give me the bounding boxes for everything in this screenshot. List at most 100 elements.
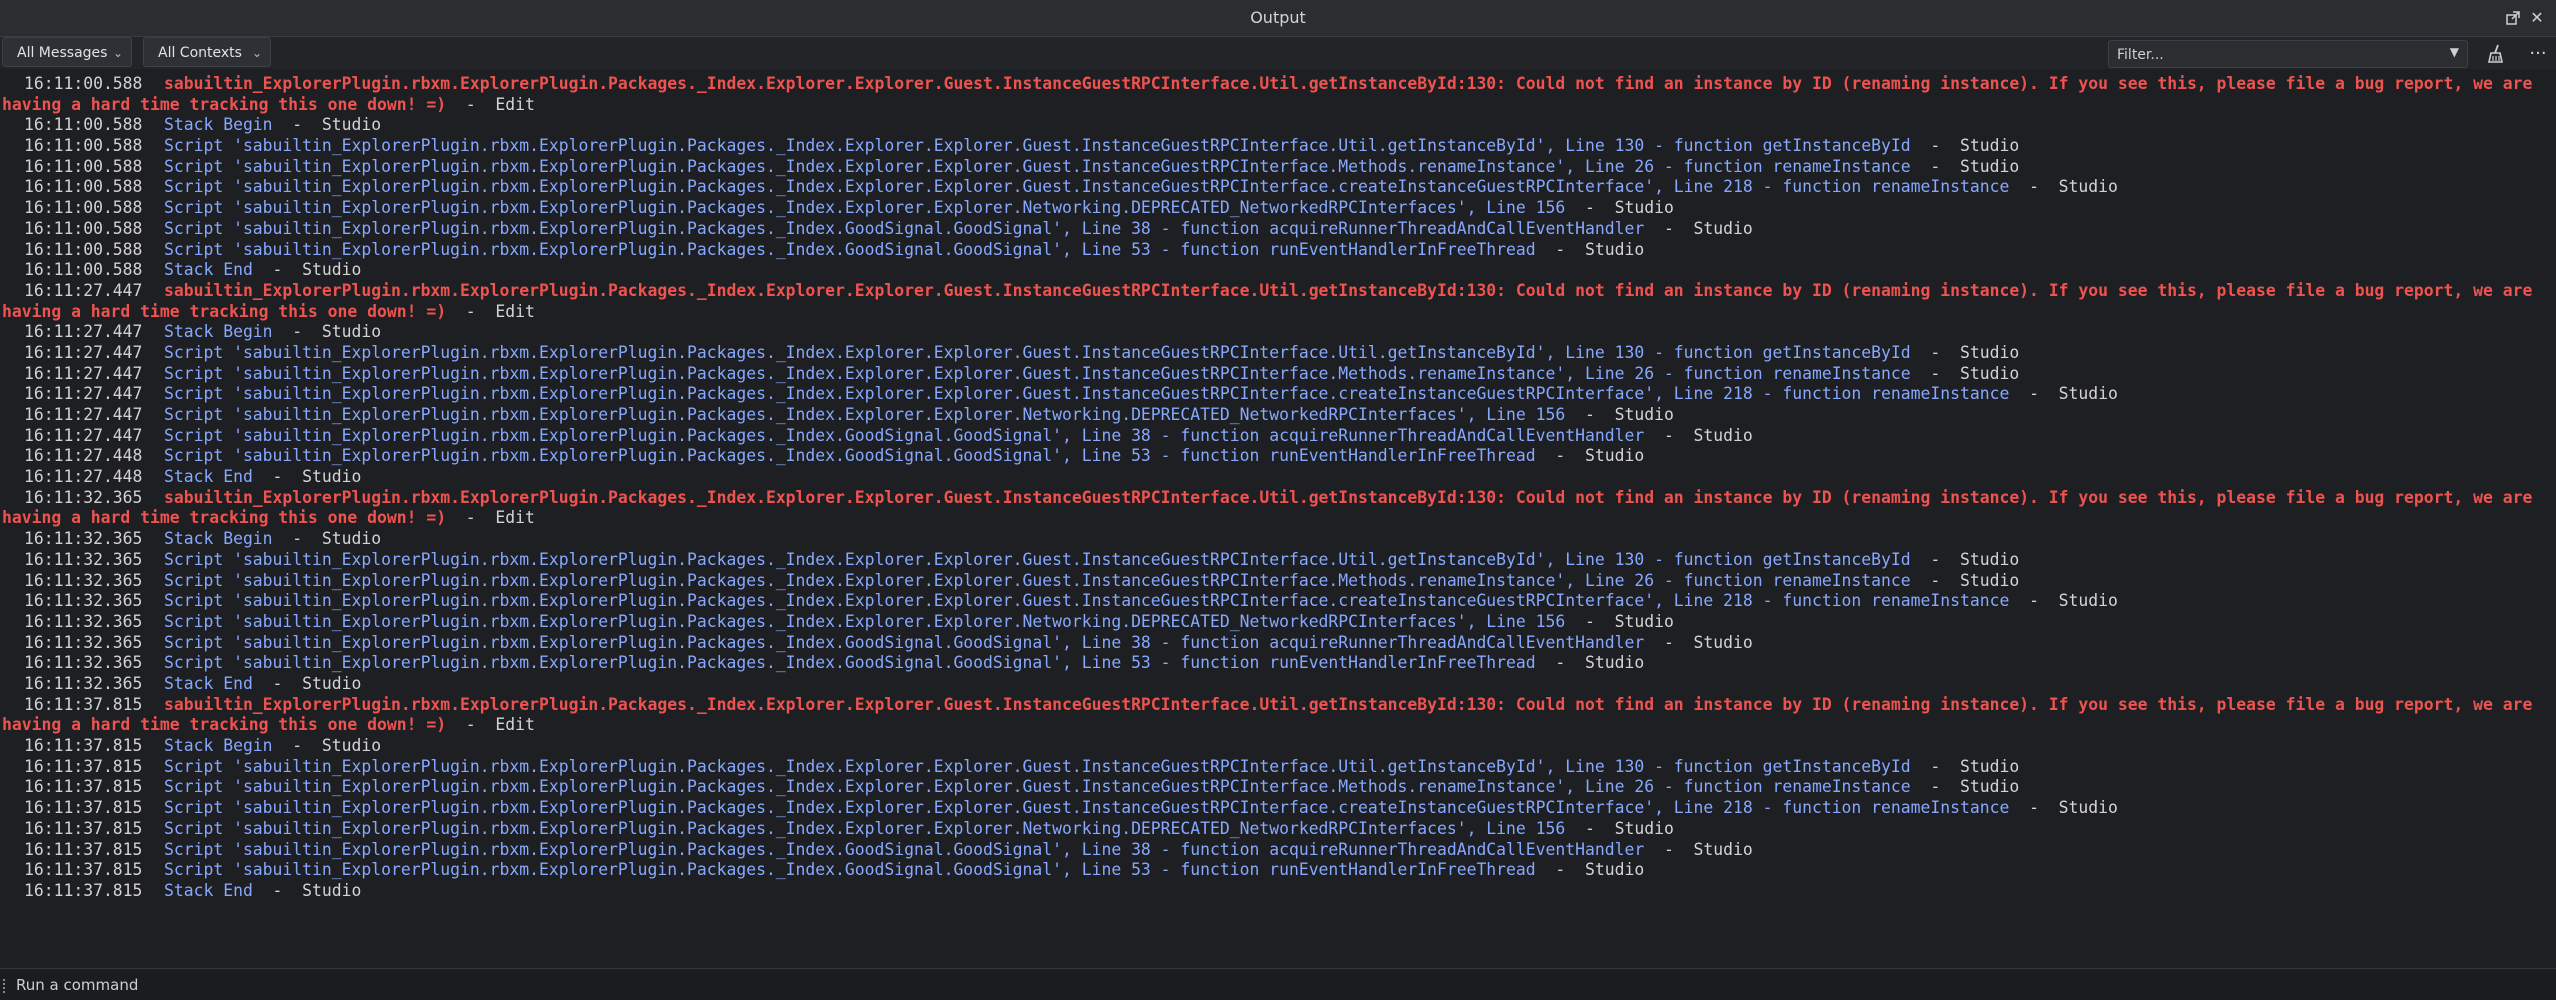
log-message: Script 'sabuiltin_ExplorerPlugin.rbxm.Ex… xyxy=(164,818,1566,838)
log-entry[interactable]: 16:11:27.447 Script 'sabuiltin_ExplorerPl… xyxy=(0,364,2556,385)
command-input[interactable] xyxy=(14,973,2518,997)
log-entry[interactable]: 16:11:27.448 Script 'sabuiltin_ExplorerPl… xyxy=(0,446,2556,467)
log-timestamp: 16:11:32.365 xyxy=(24,611,143,631)
log-context: - Studio xyxy=(1910,342,2020,362)
log-message: Script 'sabuiltin_ExplorerPlugin.rbxm.Ex… xyxy=(164,405,1566,425)
log-entry[interactable]: 16:11:37.815 Script 'sabuiltin_ExplorerPl… xyxy=(0,860,2556,881)
log-timestamp: 16:11:27.447 xyxy=(24,384,143,404)
log-timestamp: 16:11:27.447 xyxy=(24,425,143,445)
log-timestamp: 16:11:37.815 xyxy=(24,736,143,756)
output-toolbar: All Messages ⌄ All Contexts ⌄ ▼ ··· xyxy=(0,37,2556,69)
log-timestamp: 16:11:32.365 xyxy=(24,529,143,549)
log-message: Stack End xyxy=(164,673,253,693)
log-context: - Studio xyxy=(1644,632,1753,652)
log-entry[interactable]: 16:11:32.365 Script 'sabuiltin_ExplorerPl… xyxy=(0,653,2556,674)
contexts-filter-dropdown[interactable]: All Contexts ⌄ xyxy=(143,37,271,67)
log-entry[interactable]: 16:11:27.447 Script 'sabuiltin_ExplorerPl… xyxy=(0,343,2556,364)
log-timestamp: 16:11:37.815 xyxy=(24,777,143,797)
log-entry[interactable]: 16:11:27.447 Script 'sabuiltin_ExplorerPl… xyxy=(0,426,2556,447)
log-context: - Studio xyxy=(1910,777,2020,797)
filter-input[interactable] xyxy=(2115,43,2439,67)
log-error-entry[interactable]: sabuiltin_ExplorerPlugin.rbxm.ExplorerPl… xyxy=(0,695,2556,736)
log-entry[interactable]: 16:11:00.588 Script 'sabuiltin_ExplorerPl… xyxy=(0,240,2556,261)
log-entry[interactable]: 16:11:32.365 Script 'sabuiltin_ExplorerPl… xyxy=(0,550,2556,571)
log-timestamp: 16:11:32.365 xyxy=(24,549,143,569)
broom-icon[interactable] xyxy=(2483,41,2509,67)
log-message: Script 'sabuiltin_ExplorerPlugin.rbxm.Ex… xyxy=(164,860,1536,880)
log-entry[interactable]: 16:11:27.447 Script 'sabuiltin_ExplorerPl… xyxy=(0,405,2556,426)
error-text: sabuiltin_ExplorerPlugin.rbxm.ExplorerPl… xyxy=(2,487,2533,528)
output-log[interactable]: sabuiltin_ExplorerPlugin.rbxm.ExplorerPl… xyxy=(0,74,2556,964)
log-entry[interactable]: 16:11:00.588 Script 'sabuiltin_ExplorerPl… xyxy=(0,219,2556,240)
log-entry[interactable]: 16:11:00.588 Stack End - Studio xyxy=(0,260,2556,281)
log-entry[interactable]: 16:11:37.815 Script 'sabuiltin_ExplorerPl… xyxy=(0,798,2556,819)
log-timestamp: 16:11:00.588 xyxy=(24,115,143,135)
log-timestamp: 16:11:32.365 xyxy=(24,632,143,652)
log-message: Script 'sabuiltin_ExplorerPlugin.rbxm.Ex… xyxy=(164,177,2010,197)
log-message: Script 'sabuiltin_ExplorerPlugin.rbxm.Ex… xyxy=(164,570,1911,590)
log-entry[interactable]: 16:11:32.365 Script 'sabuiltin_ExplorerPl… xyxy=(0,571,2556,592)
log-error-entry[interactable]: sabuiltin_ExplorerPlugin.rbxm.ExplorerPl… xyxy=(0,74,2556,115)
filter-box[interactable]: ▼ xyxy=(2108,40,2468,68)
log-message: Script 'sabuiltin_ExplorerPlugin.rbxm.Ex… xyxy=(164,756,1911,776)
log-entry[interactable]: 16:11:37.815 Stack End - Studio xyxy=(0,881,2556,902)
log-error-entry[interactable]: sabuiltin_ExplorerPlugin.rbxm.ExplorerPl… xyxy=(0,281,2556,322)
error-message: sabuiltin_ExplorerPlugin.rbxm.ExplorerPl… xyxy=(2,488,2552,529)
messages-filter-dropdown[interactable]: All Messages ⌄ xyxy=(2,37,132,67)
chevron-down-icon[interactable]: ▼ xyxy=(2450,45,2459,59)
close-icon[interactable]: ✕ xyxy=(2527,8,2547,28)
log-entry[interactable]: 16:11:32.365 Stack End - Studio xyxy=(0,674,2556,695)
output-title-bar: Output ✕ xyxy=(0,0,2556,37)
log-error-entry[interactable]: sabuiltin_ExplorerPlugin.rbxm.ExplorerPl… xyxy=(0,488,2556,529)
log-timestamp: 16:11:00.588 xyxy=(24,136,143,156)
log-timestamp: 16:11:32.365 xyxy=(24,570,143,590)
log-entry[interactable]: 16:11:00.588 Script 'sabuiltin_ExplorerPl… xyxy=(0,136,2556,157)
log-message: Script 'sabuiltin_ExplorerPlugin.rbxm.Ex… xyxy=(164,156,1911,176)
log-timestamp: 16:11:00.588 xyxy=(24,239,143,259)
log-timestamp: 16:11:37.815 xyxy=(24,798,143,818)
log-context: - Studio xyxy=(1535,860,1645,880)
log-entry[interactable]: 16:11:27.447 Stack Begin - Studio xyxy=(0,322,2556,343)
log-entry[interactable]: 16:11:32.365 Script 'sabuiltin_ExplorerPl… xyxy=(0,591,2556,612)
log-message: Script 'sabuiltin_ExplorerPlugin.rbxm.Ex… xyxy=(164,777,1911,797)
log-context: - Studio xyxy=(1910,136,2020,156)
log-message: Stack Begin xyxy=(164,529,273,549)
log-message: Stack Begin xyxy=(164,322,273,342)
log-entry[interactable]: 16:11:32.365 Script 'sabuiltin_ExplorerPl… xyxy=(0,633,2556,654)
log-entry[interactable]: 16:11:27.448 Stack End - Studio xyxy=(0,467,2556,488)
log-timestamp: 16:11:00.588 xyxy=(24,177,143,197)
log-entry[interactable]: 16:11:37.815 Script 'sabuiltin_ExplorerPl… xyxy=(0,819,2556,840)
log-timestamp: 16:11:37.815 xyxy=(24,880,143,900)
log-message: Script 'sabuiltin_ExplorerPlugin.rbxm.Ex… xyxy=(164,653,1536,673)
error-message: sabuiltin_ExplorerPlugin.rbxm.ExplorerPl… xyxy=(2,695,2552,736)
log-context: - Studio xyxy=(2009,591,2118,611)
log-message: Script 'sabuiltin_ExplorerPlugin.rbxm.Ex… xyxy=(164,384,2010,404)
log-message: Script 'sabuiltin_ExplorerPlugin.rbxm.Ex… xyxy=(164,632,1645,652)
log-entry[interactable]: 16:11:37.815 Script 'sabuiltin_ExplorerPl… xyxy=(0,757,2556,778)
log-entry[interactable]: 16:11:37.815 Script 'sabuiltin_ExplorerPl… xyxy=(0,777,2556,798)
log-message: Script 'sabuiltin_ExplorerPlugin.rbxm.Ex… xyxy=(164,839,1645,859)
log-entry[interactable]: 16:11:32.365 Stack Begin - Studio xyxy=(0,529,2556,550)
log-message: Stack Begin xyxy=(164,736,273,756)
log-message: Stack Begin xyxy=(164,115,273,135)
drag-handle-icon[interactable] xyxy=(3,979,8,993)
log-entry[interactable]: 16:11:00.588 Script 'sabuiltin_ExplorerPl… xyxy=(0,177,2556,198)
log-context: - Edit xyxy=(446,508,535,528)
log-entry[interactable]: 16:11:32.365 Script 'sabuiltin_ExplorerPl… xyxy=(0,612,2556,633)
log-context: - Studio xyxy=(1910,756,2020,776)
log-context: - Studio xyxy=(2009,384,2118,404)
log-context: - Edit xyxy=(446,715,535,735)
log-message: Script 'sabuiltin_ExplorerPlugin.rbxm.Ex… xyxy=(164,342,1911,362)
log-timestamp: 16:11:37.815 xyxy=(24,860,143,880)
error-text: sabuiltin_ExplorerPlugin.rbxm.ExplorerPl… xyxy=(2,74,2533,114)
log-entry[interactable]: 16:11:00.588 Stack Begin - Studio xyxy=(0,115,2556,136)
log-entry[interactable]: 16:11:37.815 Script 'sabuiltin_ExplorerPl… xyxy=(0,840,2556,861)
log-context: - Studio xyxy=(1565,198,1674,218)
log-entry[interactable]: 16:11:00.588 Script 'sabuiltin_ExplorerPl… xyxy=(0,198,2556,219)
more-options-icon[interactable]: ··· xyxy=(2525,41,2551,67)
undock-icon[interactable] xyxy=(2503,8,2523,28)
log-entry[interactable]: 16:11:00.588 Script 'sabuiltin_ExplorerPl… xyxy=(0,157,2556,178)
log-context: - Studio xyxy=(252,880,362,900)
log-entry[interactable]: 16:11:27.447 Script 'sabuiltin_ExplorerPl… xyxy=(0,384,2556,405)
log-entry[interactable]: 16:11:37.815 Stack Begin - Studio xyxy=(0,736,2556,757)
